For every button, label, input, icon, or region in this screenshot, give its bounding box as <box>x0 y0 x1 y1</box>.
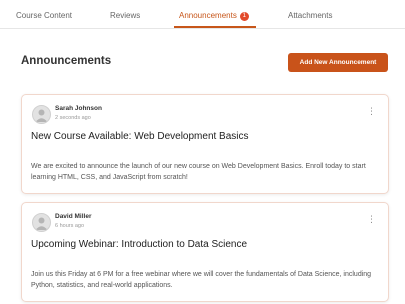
author-name: Sarah Johnson <box>55 105 102 112</box>
announcement-card: David Miller 6 hours ago ⋮ Upcoming Webi… <box>21 202 389 302</box>
tab-attachments[interactable]: Attachments <box>288 11 332 20</box>
user-avatar-icon <box>32 213 51 232</box>
add-announcement-button[interactable]: Add New Announcement <box>288 53 388 72</box>
tab-course-content[interactable]: Course Content <box>16 11 72 20</box>
tab-announcements[interactable]: Announcements 1 <box>179 11 249 21</box>
user-avatar-icon <box>32 105 51 124</box>
more-vertical-icon[interactable]: ⋮ <box>367 107 376 116</box>
announcement-title: Upcoming Webinar: Introduction to Data S… <box>31 239 248 250</box>
announcement-body: We are excited to announce the launch of… <box>31 163 366 181</box>
announcement-body: Join us this Friday at 6 PM for a free w… <box>31 271 372 289</box>
post-time: 6 hours ago <box>55 223 85 229</box>
announcement-card: Sarah Johnson 2 seconds ago ⋮ New Course… <box>21 94 389 194</box>
tab-bar: Course Content Reviews Announcements 1 At… <box>0 0 405 29</box>
notification-badge: 1 <box>239 12 249 21</box>
post-time: 2 seconds ago <box>55 115 91 121</box>
page-title: Announcements <box>21 55 112 67</box>
tab-reviews[interactable]: Reviews <box>110 11 140 20</box>
tab-announcements-label: Announcements <box>179 11 237 20</box>
author-name: David Miller <box>55 213 92 220</box>
announcement-title: New Course Available: Web Development Ba… <box>31 131 249 142</box>
more-vertical-icon[interactable]: ⋮ <box>367 215 376 224</box>
active-tab-indicator <box>174 26 256 28</box>
